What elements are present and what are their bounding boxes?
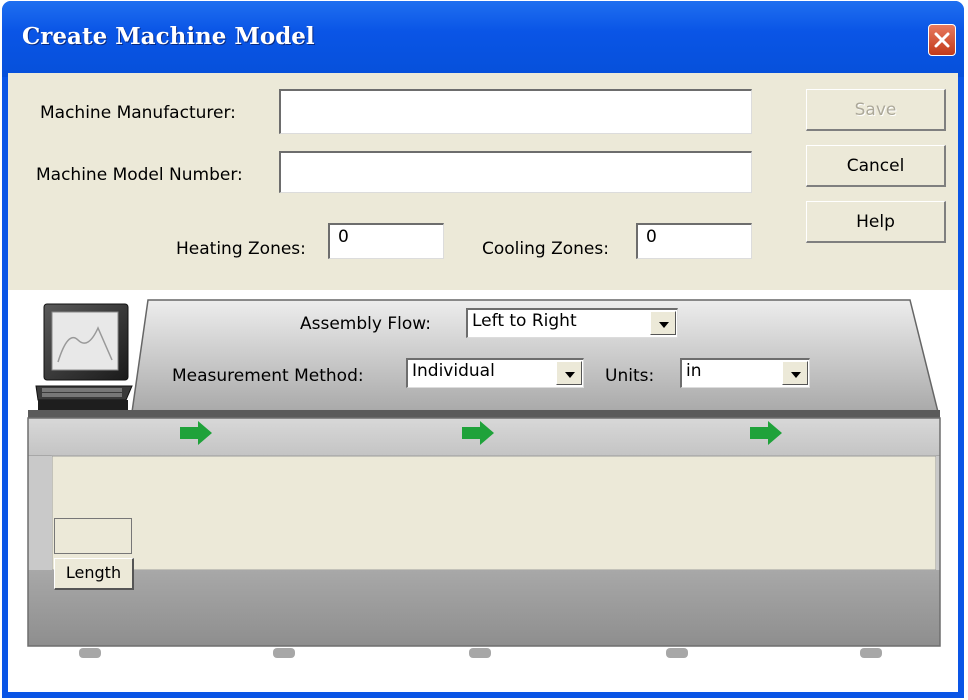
save-button[interactable]: Save — [806, 89, 946, 131]
units-label: Units: — [605, 366, 655, 386]
computer-icon — [35, 303, 133, 410]
measurement-method-label: Measurement Method: — [172, 366, 364, 386]
model-number-label: Machine Model Number: — [36, 165, 243, 185]
dialog-body: Machine Manufacturer: Machine Model Numb… — [8, 73, 958, 692]
length-label[interactable]: Length — [54, 558, 134, 590]
machine-graphic — [27, 299, 941, 658]
assembly-flow-select[interactable]: Left to Right — [466, 308, 678, 338]
manufacturer-input[interactable] — [279, 89, 752, 134]
create-machine-model-dialog: Create Machine Model Machine Manufacture… — [2, 1, 964, 698]
heating-zones-label: Heating Zones: — [176, 239, 306, 259]
manufacturer-label: Machine Manufacturer: — [40, 103, 236, 123]
chevron-down-icon[interactable] — [556, 361, 582, 385]
dialog-title: Create Machine Model — [22, 23, 315, 50]
measurement-method-value: Individual — [412, 361, 495, 381]
units-select[interactable]: in — [680, 358, 810, 388]
cooling-zones-label: Cooling Zones: — [482, 239, 609, 259]
title-bar[interactable]: Create Machine Model — [2, 1, 964, 77]
close-button[interactable] — [928, 24, 956, 56]
machine-diagram: Assembly Flow: Left to Right Measurement… — [8, 290, 958, 692]
machine-feet — [79, 648, 882, 658]
assembly-flow-label: Assembly Flow: — [300, 314, 431, 334]
help-button[interactable]: Help — [806, 201, 946, 243]
model-number-input[interactable] — [279, 151, 752, 193]
cancel-button[interactable]: Cancel — [806, 145, 946, 187]
chevron-down-icon[interactable] — [650, 311, 676, 335]
assembly-flow-value: Left to Right — [472, 311, 577, 331]
units-value: in — [686, 361, 702, 381]
cooling-zones-input[interactable]: 0 — [636, 223, 752, 259]
close-icon — [934, 32, 950, 48]
chevron-down-icon[interactable] — [782, 361, 808, 385]
measurement-method-select[interactable]: Individual — [406, 358, 584, 388]
heating-zones-input[interactable]: 0 — [328, 223, 444, 259]
length-header-cell[interactable] — [54, 518, 132, 554]
